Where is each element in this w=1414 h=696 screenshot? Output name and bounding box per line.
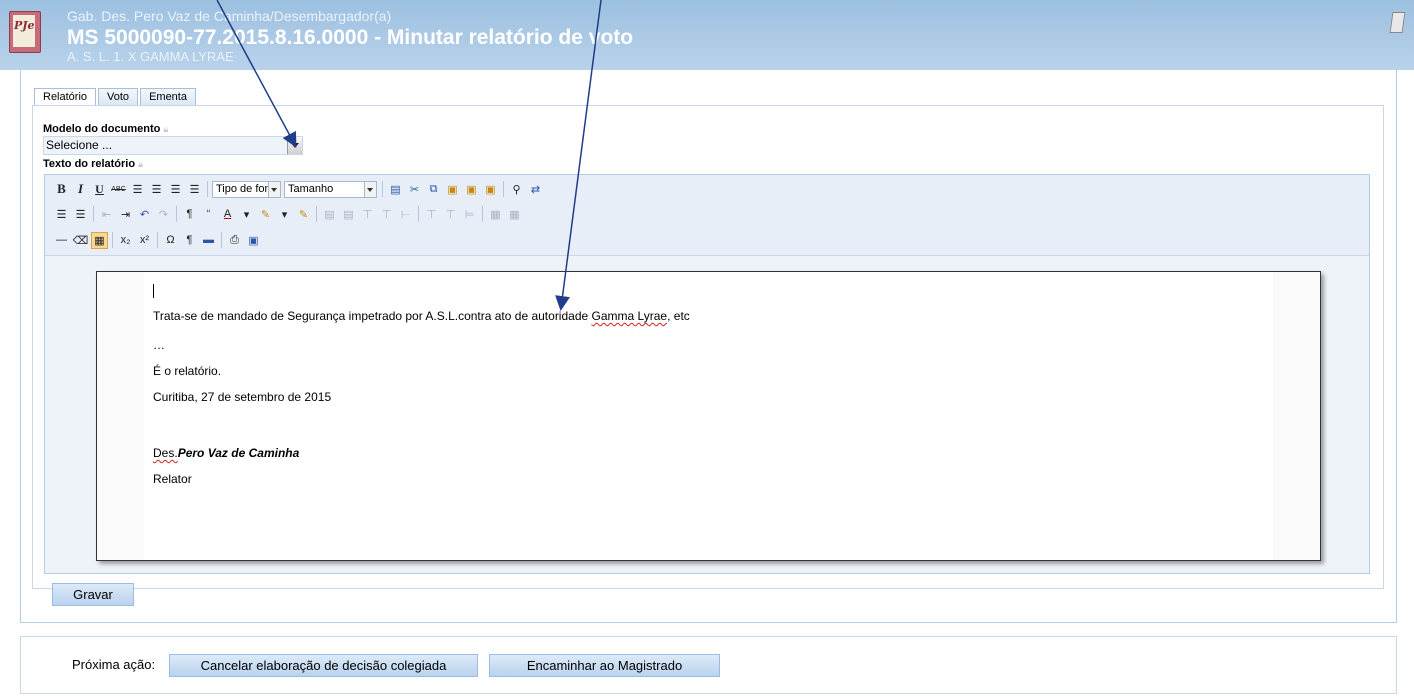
edit-icon[interactable]: ✎ [295, 206, 312, 223]
case-parties: A. S. L. 1. X GAMMA LYRAE [67, 49, 234, 64]
replace-icon[interactable]: ⇄ [527, 181, 544, 198]
text-label: Texto do relatório 🔒︎ [43, 158, 143, 170]
fullscreen-icon[interactable]: ▣ [245, 232, 262, 249]
toolbar-row-3: — ⌫ ▦ x₂ x² Ω ¶ ▬ ⎙ ▣ [53, 229, 264, 251]
chevron-down-icon[interactable]: ▾ [276, 206, 293, 223]
pilcrow-icon[interactable]: ¶ [181, 232, 198, 249]
print-icon[interactable]: ⎙ [226, 232, 243, 249]
chevron-down-icon[interactable] [287, 137, 302, 154]
page-break-icon[interactable]: ▬ [200, 232, 217, 249]
subscript-icon[interactable]: x₂ [117, 232, 134, 249]
doc-paragraph-1: Trata-se de mandado de Segurança impetra… [153, 309, 690, 323]
col-insert-icon[interactable]: ⊢ [397, 206, 414, 223]
model-select-value: Selecione ... [46, 138, 113, 152]
doc-paragraph-2: … [153, 338, 165, 352]
lock-icon: 🔒︎ [163, 124, 169, 134]
toolbar-row-1: B I U ABC ☰ ☰ ☰ ☰ Tipo de fonte Tamanho … [53, 178, 546, 200]
numbered-list-icon[interactable]: ☰ [72, 206, 89, 223]
align-justify-icon[interactable]: ☰ [186, 181, 203, 198]
table-delete-icon[interactable]: ▦ [506, 206, 523, 223]
page-title: MS 5000090-77.2015.8.16.0000 - Minutar r… [67, 26, 634, 49]
cut-icon[interactable]: ✂ [406, 181, 423, 198]
font-family-select[interactable]: Tipo de fonte [212, 180, 281, 198]
tab-bar: Relatório Voto Ementa [34, 88, 198, 108]
eraser-icon[interactable]: ⌫ [72, 232, 89, 249]
doc-paragraph-3: É o relatório. [153, 364, 222, 378]
tab-voto[interactable]: Voto [98, 88, 139, 106]
chevron-down-icon [268, 181, 280, 197]
paragraph-ltr-icon[interactable]: ¶ [181, 206, 198, 223]
align-center-icon[interactable]: ☰ [148, 181, 165, 198]
paste-word-icon[interactable]: ▣ [482, 181, 499, 198]
logo-text: PJe [14, 19, 35, 32]
align-right-icon[interactable]: ☰ [167, 181, 184, 198]
cell-props-icon[interactable]: ▤ [340, 206, 357, 223]
pje-logo-icon: PJe [9, 11, 41, 53]
search-icon[interactable]: ⚲ [508, 181, 525, 198]
outdent-icon[interactable]: ⇤ [98, 206, 115, 223]
chevron-down-icon[interactable]: ▾ [238, 206, 255, 223]
row-insert-icon[interactable]: ⊤ [359, 206, 376, 223]
document-icon[interactable] [1389, 12, 1406, 33]
split-icon[interactable]: ⊨ [461, 206, 478, 223]
copy-icon[interactable]: ⧉ [425, 181, 442, 198]
doc-signature: Des.Pero Vaz de Caminha [153, 446, 300, 460]
editor-toolbar: B I U ABC ☰ ☰ ☰ ☰ Tipo de fonte Tamanho … [45, 175, 1369, 256]
superscript-icon[interactable]: x² [136, 232, 153, 249]
insert-table-icon[interactable]: ▦ [91, 231, 108, 249]
document-page[interactable]: Trata-se de mandado de Segurança impetra… [96, 271, 1321, 561]
forward-to-magistrate-button[interactable]: Encaminhar ao Magistrado [489, 654, 720, 677]
highlight-color-icon[interactable]: ✎ [257, 206, 274, 223]
bullet-list-icon[interactable]: ☰ [53, 206, 70, 223]
indent-icon[interactable]: ⇥ [117, 206, 134, 223]
toolbar-row-2: ☰ ☰ ⇤ ⇥ ↶ ↷ ¶ “ A ▾ ✎ ▾ ✎ ▤ ▤ ⊤ ⊤ ⊢ ⊤ ⊤ … [53, 203, 525, 225]
text-cursor [153, 284, 154, 298]
doc-paragraph-4: Curitiba, 27 de setembro de 2015 [153, 390, 332, 404]
model-select[interactable]: Selecione ... [43, 136, 303, 155]
strikethrough-button[interactable]: ABC [110, 181, 127, 198]
table-props-icon[interactable]: ▤ [321, 206, 338, 223]
lock-icon: 🔒︎ [138, 159, 143, 169]
misspelled-word: Gamma Lyrae [591, 309, 668, 323]
horizontal-rule-icon[interactable]: — [53, 232, 70, 249]
table-icon[interactable]: ▦ [487, 206, 504, 223]
split-cells-icon[interactable]: ⊤ [442, 206, 459, 223]
save-button[interactable]: Gravar [52, 583, 134, 606]
redo-icon[interactable]: ↷ [155, 206, 172, 223]
paste-icon[interactable]: ▣ [444, 181, 461, 198]
paste-text-icon[interactable]: ▣ [463, 181, 480, 198]
bold-button[interactable]: B [53, 181, 70, 198]
cancel-decision-button[interactable]: Cancelar elaboração de decisão colegiada [169, 654, 478, 677]
font-size-select[interactable]: Tamanho [284, 180, 377, 198]
app-header: PJe Gab. Des. Pero Vaz de Caminha/Desemb… [0, 0, 1414, 70]
blockquote-icon[interactable]: “ [200, 206, 217, 223]
office-name: Gab. Des. Pero Vaz de Caminha/Desembarga… [67, 8, 392, 24]
row-delete-icon[interactable]: ⊤ [378, 206, 395, 223]
find-icon[interactable]: ▤ [387, 181, 404, 198]
next-action-label: Próxima ação: [72, 657, 156, 672]
undo-icon[interactable]: ↶ [136, 206, 153, 223]
italic-button[interactable]: I [72, 181, 89, 198]
align-left-icon[interactable]: ☰ [129, 181, 146, 198]
special-char-icon[interactable]: Ω [162, 232, 179, 249]
merge-cells-icon[interactable]: ⊤ [423, 206, 440, 223]
underline-button[interactable]: U [91, 181, 108, 198]
rich-text-editor: B I U ABC ☰ ☰ ☰ ☰ Tipo de fonte Tamanho … [44, 174, 1370, 574]
doc-signature-role: Relator [153, 472, 192, 486]
chevron-down-icon [364, 181, 376, 197]
model-label: Modelo do documento 🔒︎ [43, 123, 169, 135]
font-color-icon[interactable]: A [219, 206, 236, 223]
tab-ementa[interactable]: Ementa [140, 88, 196, 106]
